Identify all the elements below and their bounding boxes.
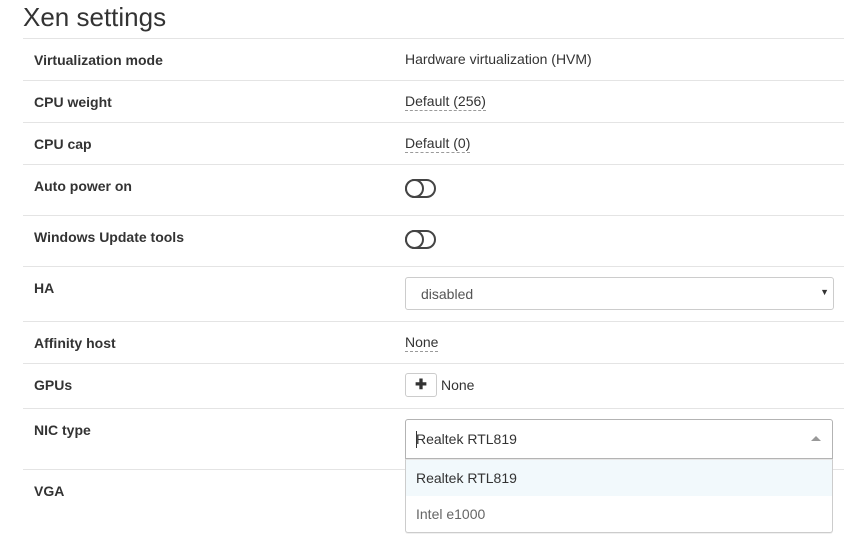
- ha-select[interactable]: disabled ▼: [405, 277, 834, 310]
- windows-update-tools-label: Windows Update tools: [34, 229, 184, 245]
- add-gpu-button[interactable]: ✚: [405, 373, 437, 397]
- text-cursor: [416, 431, 417, 448]
- chevron-up-icon[interactable]: [811, 436, 821, 441]
- auto-power-on-label: Auto power on: [34, 178, 132, 194]
- gpus-label: GPUs: [34, 377, 73, 393]
- toggle-knob: [405, 179, 424, 198]
- row-windows-update-tools: Windows Update tools: [23, 215, 844, 266]
- row-gpus: GPUs ✚ None: [23, 363, 844, 408]
- virtualization-mode-value: Hardware virtualization (HVM): [405, 51, 592, 67]
- ha-selected-value: disabled: [421, 286, 474, 302]
- row-cpu-cap: CPU cap Default (0): [23, 122, 844, 164]
- windows-update-tools-toggle[interactable]: [405, 230, 436, 249]
- affinity-host-value[interactable]: None: [405, 334, 439, 352]
- nic-type-label: NIC type: [34, 422, 91, 438]
- plus-icon: ✚: [415, 376, 427, 392]
- ha-label: HA: [34, 280, 55, 296]
- nic-type-dropdown-menu: Realtek RTL819 Intel e1000: [405, 459, 833, 533]
- section-title: Xen settings: [23, 2, 167, 32]
- xen-settings-page: Xen settings Virtualization mode Hardwar…: [0, 0, 860, 541]
- nic-option-intel[interactable]: Intel e1000: [406, 496, 832, 532]
- row-auto-power-on: Auto power on: [23, 164, 844, 215]
- cpu-cap-label: CPU cap: [34, 136, 92, 152]
- toggle-knob: [405, 230, 424, 249]
- nic-option-realtek[interactable]: Realtek RTL819: [406, 460, 832, 496]
- row-cpu-weight: CPU weight Default (256): [23, 80, 844, 122]
- virtualization-mode-label: Virtualization mode: [34, 52, 163, 68]
- row-ha: HA disabled ▼: [23, 266, 844, 321]
- cpu-weight-value[interactable]: Default (256): [405, 93, 486, 111]
- cpu-weight-label: CPU weight: [34, 94, 112, 110]
- affinity-host-label: Affinity host: [34, 335, 116, 351]
- row-affinity-host: Affinity host None: [23, 321, 844, 363]
- auto-power-on-toggle[interactable]: [405, 179, 436, 198]
- cpu-cap-value[interactable]: Default (0): [405, 135, 471, 153]
- gpus-value: None: [441, 377, 475, 393]
- row-virtualization-mode: Virtualization mode Hardware virtualizat…: [23, 38, 844, 80]
- nic-type-combobox[interactable]: Realtek RTL819: [405, 419, 833, 459]
- vga-label: VGA: [34, 483, 65, 499]
- nic-type-input[interactable]: Realtek RTL819: [416, 431, 517, 448]
- chevron-down-icon: ▼: [820, 287, 829, 297]
